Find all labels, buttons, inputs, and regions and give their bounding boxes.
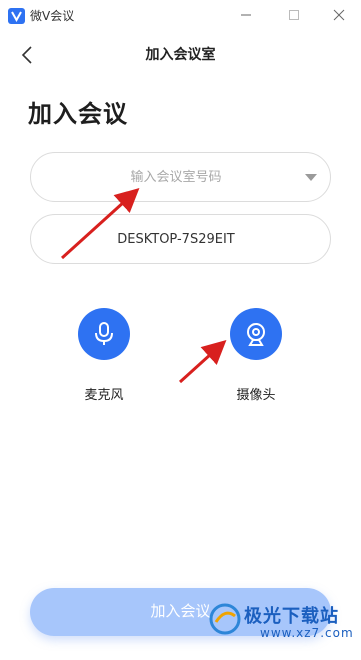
microphone-control: 麦克风: [64, 308, 144, 403]
room-number-input[interactable]: [51, 153, 301, 201]
caret-down-icon: [305, 174, 317, 181]
maximize-icon[interactable]: [280, 4, 308, 26]
page-title: 加入会议室: [145, 47, 216, 63]
microphone-label: 麦克风: [84, 388, 124, 403]
window-titlebar: 微V会议: [0, 0, 361, 32]
room-number-field[interactable]: [30, 152, 331, 202]
watermark: 极光下载站 www.xz7.com: [208, 596, 358, 646]
display-name-field[interactable]: [30, 214, 331, 264]
minimize-icon[interactable]: [232, 4, 260, 26]
webcam-icon: [247, 323, 265, 346]
navbar: 加入会议室: [0, 32, 361, 76]
watermark-logo-icon: [209, 603, 241, 635]
camera-control: 摄像头: [216, 308, 296, 403]
window-title: 微V会议: [30, 9, 75, 23]
display-name-input[interactable]: [51, 215, 301, 263]
watermark-url: www.xz7.com: [260, 626, 354, 640]
close-icon[interactable]: [325, 4, 353, 26]
microphone-toggle-button[interactable]: [78, 308, 130, 360]
microphone-icon: [95, 322, 113, 345]
watermark-text: 极光下载站: [244, 606, 339, 627]
section-heading: 加入会议: [28, 100, 128, 128]
room-history-dropdown[interactable]: [303, 171, 319, 185]
camera-toggle-button[interactable]: [230, 308, 282, 360]
camera-label: 摄像头: [236, 388, 276, 403]
app-logo-icon: [8, 8, 25, 24]
